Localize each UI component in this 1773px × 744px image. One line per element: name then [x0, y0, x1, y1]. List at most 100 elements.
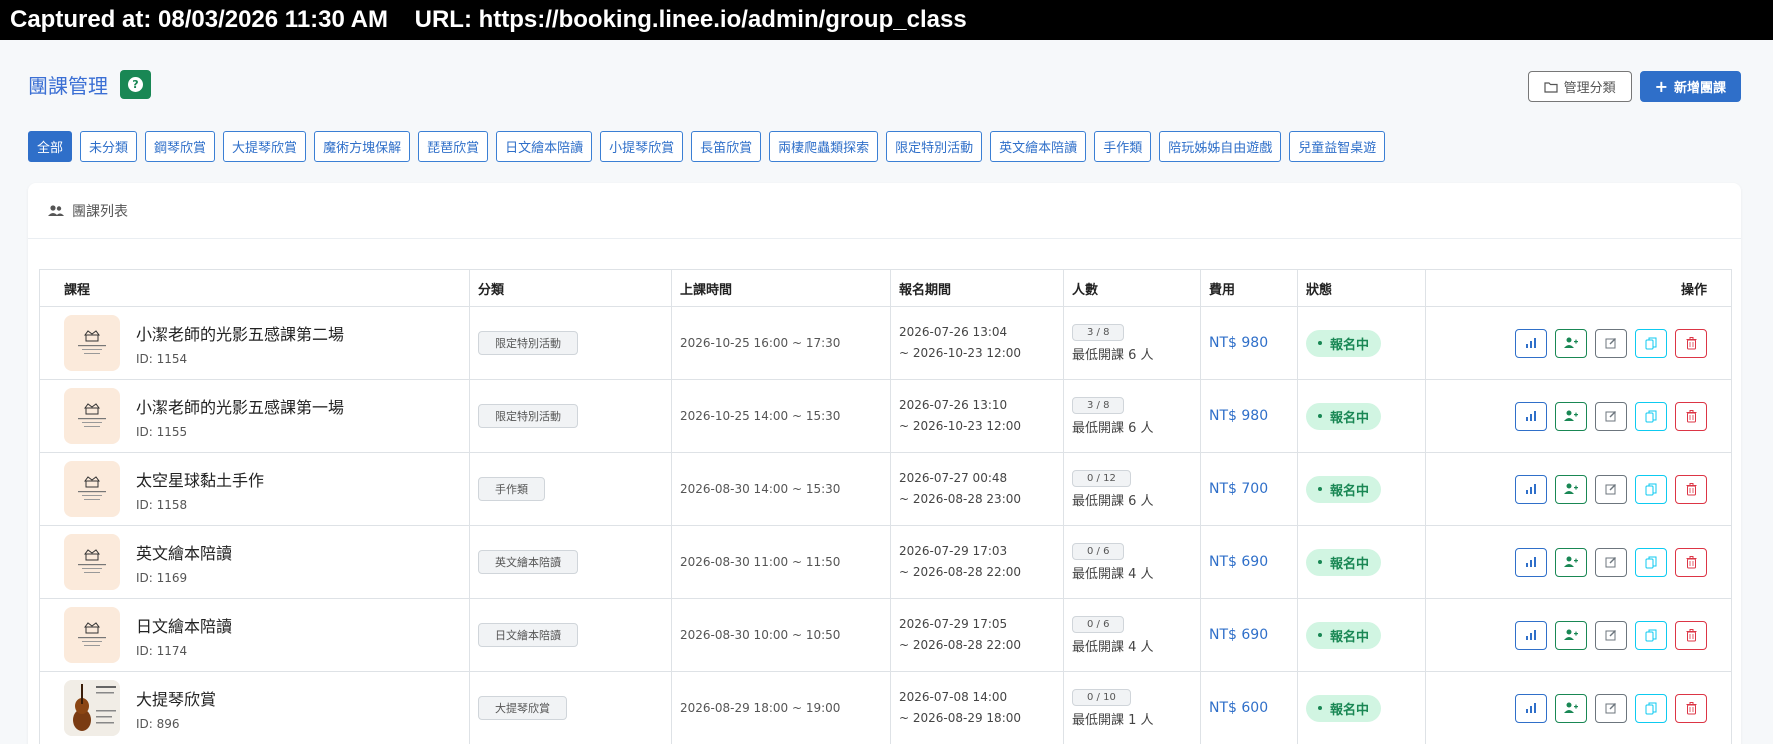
- stats-button[interactable]: [1515, 547, 1547, 577]
- count-cell: 0 / 6 最低開課 4 人: [1063, 525, 1201, 599]
- stats-button[interactable]: [1515, 620, 1547, 650]
- copy-button[interactable]: [1635, 328, 1667, 358]
- page-header: 團課管理 ?: [28, 70, 151, 99]
- period-end: ~ 2026-08-29 18:00: [899, 711, 1022, 725]
- filter-chip[interactable]: 手作類: [1094, 131, 1152, 162]
- filter-chip[interactable]: 琵琶欣賞: [418, 131, 489, 162]
- delete-button[interactable]: [1675, 547, 1707, 577]
- manage-categories-button[interactable]: 管理分類: [1527, 71, 1632, 102]
- copy-button[interactable]: [1635, 620, 1667, 650]
- delete-button[interactable]: [1675, 328, 1707, 358]
- filter-chip[interactable]: 魔術方塊保解: [314, 131, 411, 162]
- ops-cell: [1425, 452, 1732, 526]
- table-header-row: 課程 分類 上課時間 報名期間 人數 費用 狀態 操作: [39, 269, 1732, 307]
- edit-button[interactable]: [1595, 620, 1627, 650]
- add-attendee-button[interactable]: [1555, 401, 1587, 431]
- course-name[interactable]: 大提琴欣賞: [136, 686, 216, 710]
- course-name[interactable]: 小潔老師的光影五感課第一場: [136, 394, 344, 418]
- bar-chart-icon: [1525, 483, 1537, 495]
- add-class-button[interactable]: + 新增團課: [1639, 71, 1741, 102]
- course-id: ID: 1174: [136, 643, 188, 658]
- status-cell: 報名中: [1297, 525, 1426, 599]
- add-attendee-button[interactable]: [1555, 620, 1587, 650]
- period-cell: 2026-07-26 13:04 ~ 2026-10-23 12:00: [890, 306, 1064, 380]
- action-buttons: [1515, 328, 1707, 358]
- bar-chart-icon: [1525, 556, 1537, 568]
- table-row: 英文繪本陪讀 ID: 1169 英文繪本陪讀 2026-08-30 11:00 …: [39, 525, 1732, 599]
- delete-button[interactable]: [1675, 474, 1707, 504]
- filter-chip[interactable]: 陪玩姊姊自由遊戲: [1159, 131, 1282, 162]
- class-time: 2026-10-25 16:00 ~ 17:30: [680, 335, 841, 350]
- status-label: 報名中: [1330, 483, 1370, 499]
- stats-button[interactable]: [1515, 693, 1547, 723]
- filter-chip[interactable]: 英文繪本陪讀: [990, 131, 1087, 162]
- filter-chip[interactable]: 小提琴欣賞: [600, 131, 684, 162]
- filter-chip[interactable]: 全部: [28, 131, 73, 162]
- card-title: 團課列表: [72, 203, 128, 220]
- course-name[interactable]: 太空星球黏土手作: [136, 467, 264, 491]
- add-attendee-button[interactable]: [1555, 547, 1587, 577]
- bar-chart-icon: [1525, 702, 1537, 714]
- add-attendee-button[interactable]: [1555, 693, 1587, 723]
- filter-chip[interactable]: 日文繪本陪讀: [496, 131, 593, 162]
- delete-button[interactable]: [1675, 620, 1707, 650]
- filter-chip[interactable]: 兒童益智桌遊: [1289, 131, 1386, 162]
- edit-button[interactable]: [1595, 547, 1627, 577]
- status-cell: 報名中: [1297, 306, 1426, 380]
- add-attendee-button[interactable]: [1555, 474, 1587, 504]
- edit-button[interactable]: [1595, 401, 1627, 431]
- period-cell: 2026-07-29 17:05 ~ 2026-08-28 22:00: [890, 598, 1064, 672]
- filter-chip[interactable]: 未分類: [80, 131, 138, 162]
- copy-button[interactable]: [1635, 547, 1667, 577]
- time-cell: 2026-10-25 16:00 ~ 17:30: [671, 306, 891, 380]
- stats-button[interactable]: [1515, 328, 1547, 358]
- category-filter-bar: 全部 未分類 鋼琴欣賞 大提琴欣賞 魔術方塊保解 琵琶欣賞 日文繪本陪讀 小提琴欣賞 長笛欣賞兩…: [28, 131, 1386, 162]
- status-dot-icon: [1318, 560, 1322, 564]
- add-attendee-button[interactable]: [1555, 328, 1587, 358]
- course-name[interactable]: 日文繪本陪讀: [136, 613, 232, 637]
- status-cell: 報名中: [1297, 379, 1426, 453]
- class-time: 2026-08-29 18:00 ~ 19:00: [680, 700, 841, 715]
- edit-button[interactable]: [1595, 328, 1627, 358]
- filter-chip[interactable]: 大提琴欣賞: [223, 131, 307, 162]
- ops-cell: [1425, 379, 1732, 453]
- course-name[interactable]: 英文繪本陪讀: [136, 540, 232, 564]
- edit-icon: [1605, 410, 1617, 422]
- category-cell: 限定特別活動: [469, 379, 672, 453]
- count-badge: 3 / 8: [1072, 323, 1125, 341]
- status-label: 報名中: [1330, 629, 1370, 645]
- user-plus-icon: [1564, 702, 1578, 714]
- course-name[interactable]: 小潔老師的光影五感課第二場: [136, 321, 344, 345]
- edit-button[interactable]: [1595, 693, 1627, 723]
- filter-chip[interactable]: 限定特別活動: [886, 131, 983, 162]
- filter-chip[interactable]: 鋼琴欣賞: [145, 131, 216, 162]
- delete-button[interactable]: [1675, 401, 1707, 431]
- status-cell: 報名中: [1297, 671, 1426, 744]
- filter-chip[interactable]: 長笛欣賞: [691, 131, 762, 162]
- edit-icon: [1605, 337, 1617, 349]
- edit-button[interactable]: [1595, 474, 1627, 504]
- category-badge: 手作類: [478, 477, 545, 501]
- stats-button[interactable]: [1515, 401, 1547, 431]
- course-thumbnail: [64, 315, 120, 371]
- status-dot-icon: [1318, 414, 1322, 418]
- stats-button[interactable]: [1515, 474, 1547, 504]
- copy-button[interactable]: [1635, 693, 1667, 723]
- min-open: 最低開課 4 人: [1072, 566, 1154, 582]
- bar-chart-icon: [1525, 337, 1537, 349]
- delete-button[interactable]: [1675, 693, 1707, 723]
- period-start: 2026-07-27 00:48: [899, 471, 1008, 485]
- help-button[interactable]: ?: [120, 70, 151, 99]
- copy-icon: [1645, 629, 1657, 642]
- count-badge: 3 / 8: [1072, 396, 1125, 414]
- category-cell: 限定特別活動: [469, 306, 672, 380]
- ops-cell: [1425, 306, 1732, 380]
- user-plus-icon: [1564, 629, 1578, 641]
- copy-button[interactable]: [1635, 474, 1667, 504]
- course-id: ID: 896: [136, 716, 180, 731]
- copy-button[interactable]: [1635, 401, 1667, 431]
- status-badge: 報名中: [1306, 402, 1382, 430]
- filter-chip[interactable]: 兩棲爬蟲類探索: [769, 131, 879, 162]
- bar-chart-icon: [1525, 629, 1537, 641]
- action-buttons: [1515, 474, 1707, 504]
